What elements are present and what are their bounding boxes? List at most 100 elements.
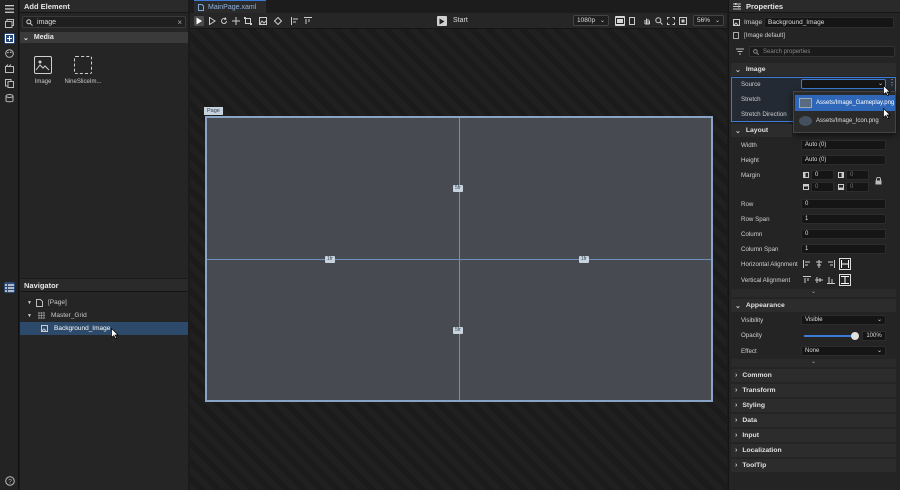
source-dropdown[interactable]: ⌄ bbox=[801, 79, 886, 89]
section-input[interactable]: › Input bbox=[731, 429, 896, 442]
section-styling[interactable]: › Styling bbox=[731, 399, 896, 412]
expand-icon[interactable] bbox=[678, 16, 688, 26]
layers-icon[interactable] bbox=[4, 282, 15, 293]
visibility-dropdown[interactable]: Visible ⌄ bbox=[801, 315, 886, 325]
align-left-icon[interactable] bbox=[290, 16, 300, 26]
section-label: Localization bbox=[742, 447, 782, 454]
align-middle-icon[interactable] bbox=[814, 275, 824, 285]
tree-item-background-image[interactable]: Background_Image bbox=[20, 322, 188, 335]
zoom-dropdown[interactable]: 56% ⌄ bbox=[693, 15, 724, 26]
dropdown-option-gameplay[interactable]: Assets/Image_Gameplay.png bbox=[795, 95, 895, 111]
landscape-icon[interactable] bbox=[615, 16, 625, 26]
resolution-dropdown[interactable]: 1080p ⌄ bbox=[573, 15, 609, 26]
opacity-value[interactable]: 100% bbox=[862, 331, 886, 341]
image-tool-icon[interactable] bbox=[258, 16, 268, 26]
align-stretch-icon[interactable] bbox=[839, 258, 851, 270]
section-transform[interactable]: › Transform bbox=[731, 384, 896, 397]
play-icon[interactable] bbox=[437, 16, 447, 26]
section-localization[interactable]: › Localization bbox=[731, 444, 896, 457]
palette-icon[interactable] bbox=[4, 48, 15, 59]
expand-arrow-icon[interactable]: ▼ bbox=[27, 300, 32, 306]
section-common[interactable]: › Common bbox=[731, 369, 896, 382]
margin-bottom-input[interactable]: 0 bbox=[846, 182, 869, 192]
appearance-more-toggle[interactable]: ⌄ bbox=[731, 359, 896, 367]
rotate-icon[interactable] bbox=[219, 16, 229, 26]
filter-icon[interactable] bbox=[736, 48, 744, 55]
grid-row-divider[interactable] bbox=[207, 259, 711, 260]
grid-marker-right: 1fr bbox=[579, 256, 589, 263]
fill-tool-icon[interactable] bbox=[273, 16, 283, 26]
opacity-slider-thumb[interactable] bbox=[851, 332, 859, 340]
column-span-input[interactable]: 1 bbox=[801, 244, 886, 254]
row-label: Row bbox=[741, 201, 754, 208]
tree-item-page[interactable]: ▼ [Page] bbox=[20, 296, 188, 309]
page-artboard[interactable]: 5fr 5fr 1fr 1fr bbox=[205, 116, 713, 402]
design-canvas[interactable]: Page 5fr 5fr 1fr 1fr bbox=[190, 29, 727, 490]
tab-mainpage[interactable]: MainPage.xaml bbox=[194, 0, 266, 13]
section-appearance[interactable]: ⌄ Appearance bbox=[731, 299, 896, 312]
element-tile-image[interactable]: Image bbox=[23, 56, 63, 85]
align-right-icon[interactable] bbox=[826, 259, 836, 269]
select-tool-icon[interactable] bbox=[194, 16, 204, 26]
category-header-media[interactable]: ⌄ Media bbox=[20, 32, 188, 43]
mouse-cursor-icon bbox=[111, 328, 119, 339]
fit-screen-icon[interactable] bbox=[666, 16, 676, 26]
align-center-icon[interactable] bbox=[814, 259, 824, 269]
section-layout[interactable]: ⌄ Layout bbox=[731, 124, 792, 137]
section-label: Appearance bbox=[745, 302, 785, 309]
align-top-icon[interactable] bbox=[303, 16, 313, 26]
move-icon[interactable] bbox=[231, 16, 241, 26]
margin-top-input[interactable]: 0 bbox=[811, 182, 834, 192]
portrait-icon[interactable] bbox=[627, 16, 637, 26]
section-image[interactable]: ⌄ Image bbox=[731, 63, 896, 76]
section-label: Input bbox=[742, 432, 759, 439]
width-input[interactable]: Auto (0) bbox=[801, 140, 886, 150]
align-left-icon[interactable] bbox=[802, 259, 812, 269]
chevron-right-icon: › bbox=[735, 432, 738, 439]
lock-icon[interactable] bbox=[875, 177, 882, 185]
column-input[interactable]: 0 bbox=[801, 229, 886, 239]
direct-select-icon[interactable] bbox=[207, 16, 217, 26]
effect-dropdown[interactable]: None ⌄ bbox=[801, 346, 886, 356]
start-label[interactable]: Start bbox=[453, 17, 468, 24]
pages-icon[interactable] bbox=[4, 18, 15, 29]
opacity-slider-track[interactable] bbox=[804, 335, 856, 337]
transform-icon[interactable] bbox=[243, 16, 253, 26]
align-top-icon[interactable] bbox=[802, 275, 812, 285]
copy-icon[interactable] bbox=[4, 78, 15, 89]
tree-item-master-grid[interactable]: ▼ Master_Grid bbox=[20, 309, 188, 322]
nine-slice-icon bbox=[74, 56, 92, 74]
section-data[interactable]: › Data bbox=[731, 414, 896, 427]
element-search-input[interactable]: image × bbox=[22, 16, 186, 28]
align-vstretch-icon[interactable] bbox=[839, 274, 851, 286]
margin-left-input[interactable]: 0 bbox=[811, 170, 834, 180]
hand-tool-icon[interactable] bbox=[642, 16, 652, 26]
section-label: Data bbox=[742, 417, 758, 424]
clear-search-icon[interactable]: × bbox=[177, 18, 182, 27]
dropdown-option-icon[interactable]: Assets/Image_Icon.png bbox=[795, 113, 895, 129]
element-name-input[interactable]: Background_Image bbox=[764, 17, 894, 28]
database-icon[interactable] bbox=[4, 93, 15, 104]
help-icon[interactable]: ? bbox=[4, 475, 15, 486]
mouse-cursor-icon bbox=[883, 108, 891, 119]
tree-item-label: Background_Image bbox=[54, 325, 111, 332]
media-icon[interactable] bbox=[4, 63, 15, 74]
menu-icon[interactable] bbox=[4, 3, 15, 14]
chevron-down-icon: ⌄ bbox=[876, 317, 882, 323]
zoom-icon[interactable] bbox=[654, 16, 664, 26]
section-tooltip[interactable]: › ToolTip bbox=[731, 459, 896, 472]
vertical-alignment-label: Vertical Alignment bbox=[741, 277, 791, 284]
row-span-input[interactable]: 1 bbox=[801, 214, 886, 224]
add-element-icon[interactable] bbox=[4, 33, 15, 44]
horizontal-alignment-label: Horizontal Alignment bbox=[741, 261, 798, 268]
property-search-input[interactable]: Search properties bbox=[749, 46, 895, 57]
row-input[interactable]: 0 bbox=[801, 199, 886, 209]
align-bottom-icon[interactable] bbox=[826, 275, 836, 285]
height-input[interactable]: Auto (0) bbox=[801, 155, 886, 165]
expand-arrow-icon[interactable]: ▼ bbox=[27, 313, 32, 319]
layout-more-toggle[interactable]: ⌄ bbox=[731, 289, 896, 297]
margin-right-input[interactable]: 0 bbox=[846, 170, 869, 180]
chevron-down-icon: ⌄ bbox=[714, 18, 720, 24]
element-tile-nineslice[interactable]: NineSliceIm... bbox=[63, 56, 103, 85]
navigator-panel: Navigator ▼ [Page] ▼ Master_Grid Backgro… bbox=[20, 279, 188, 490]
